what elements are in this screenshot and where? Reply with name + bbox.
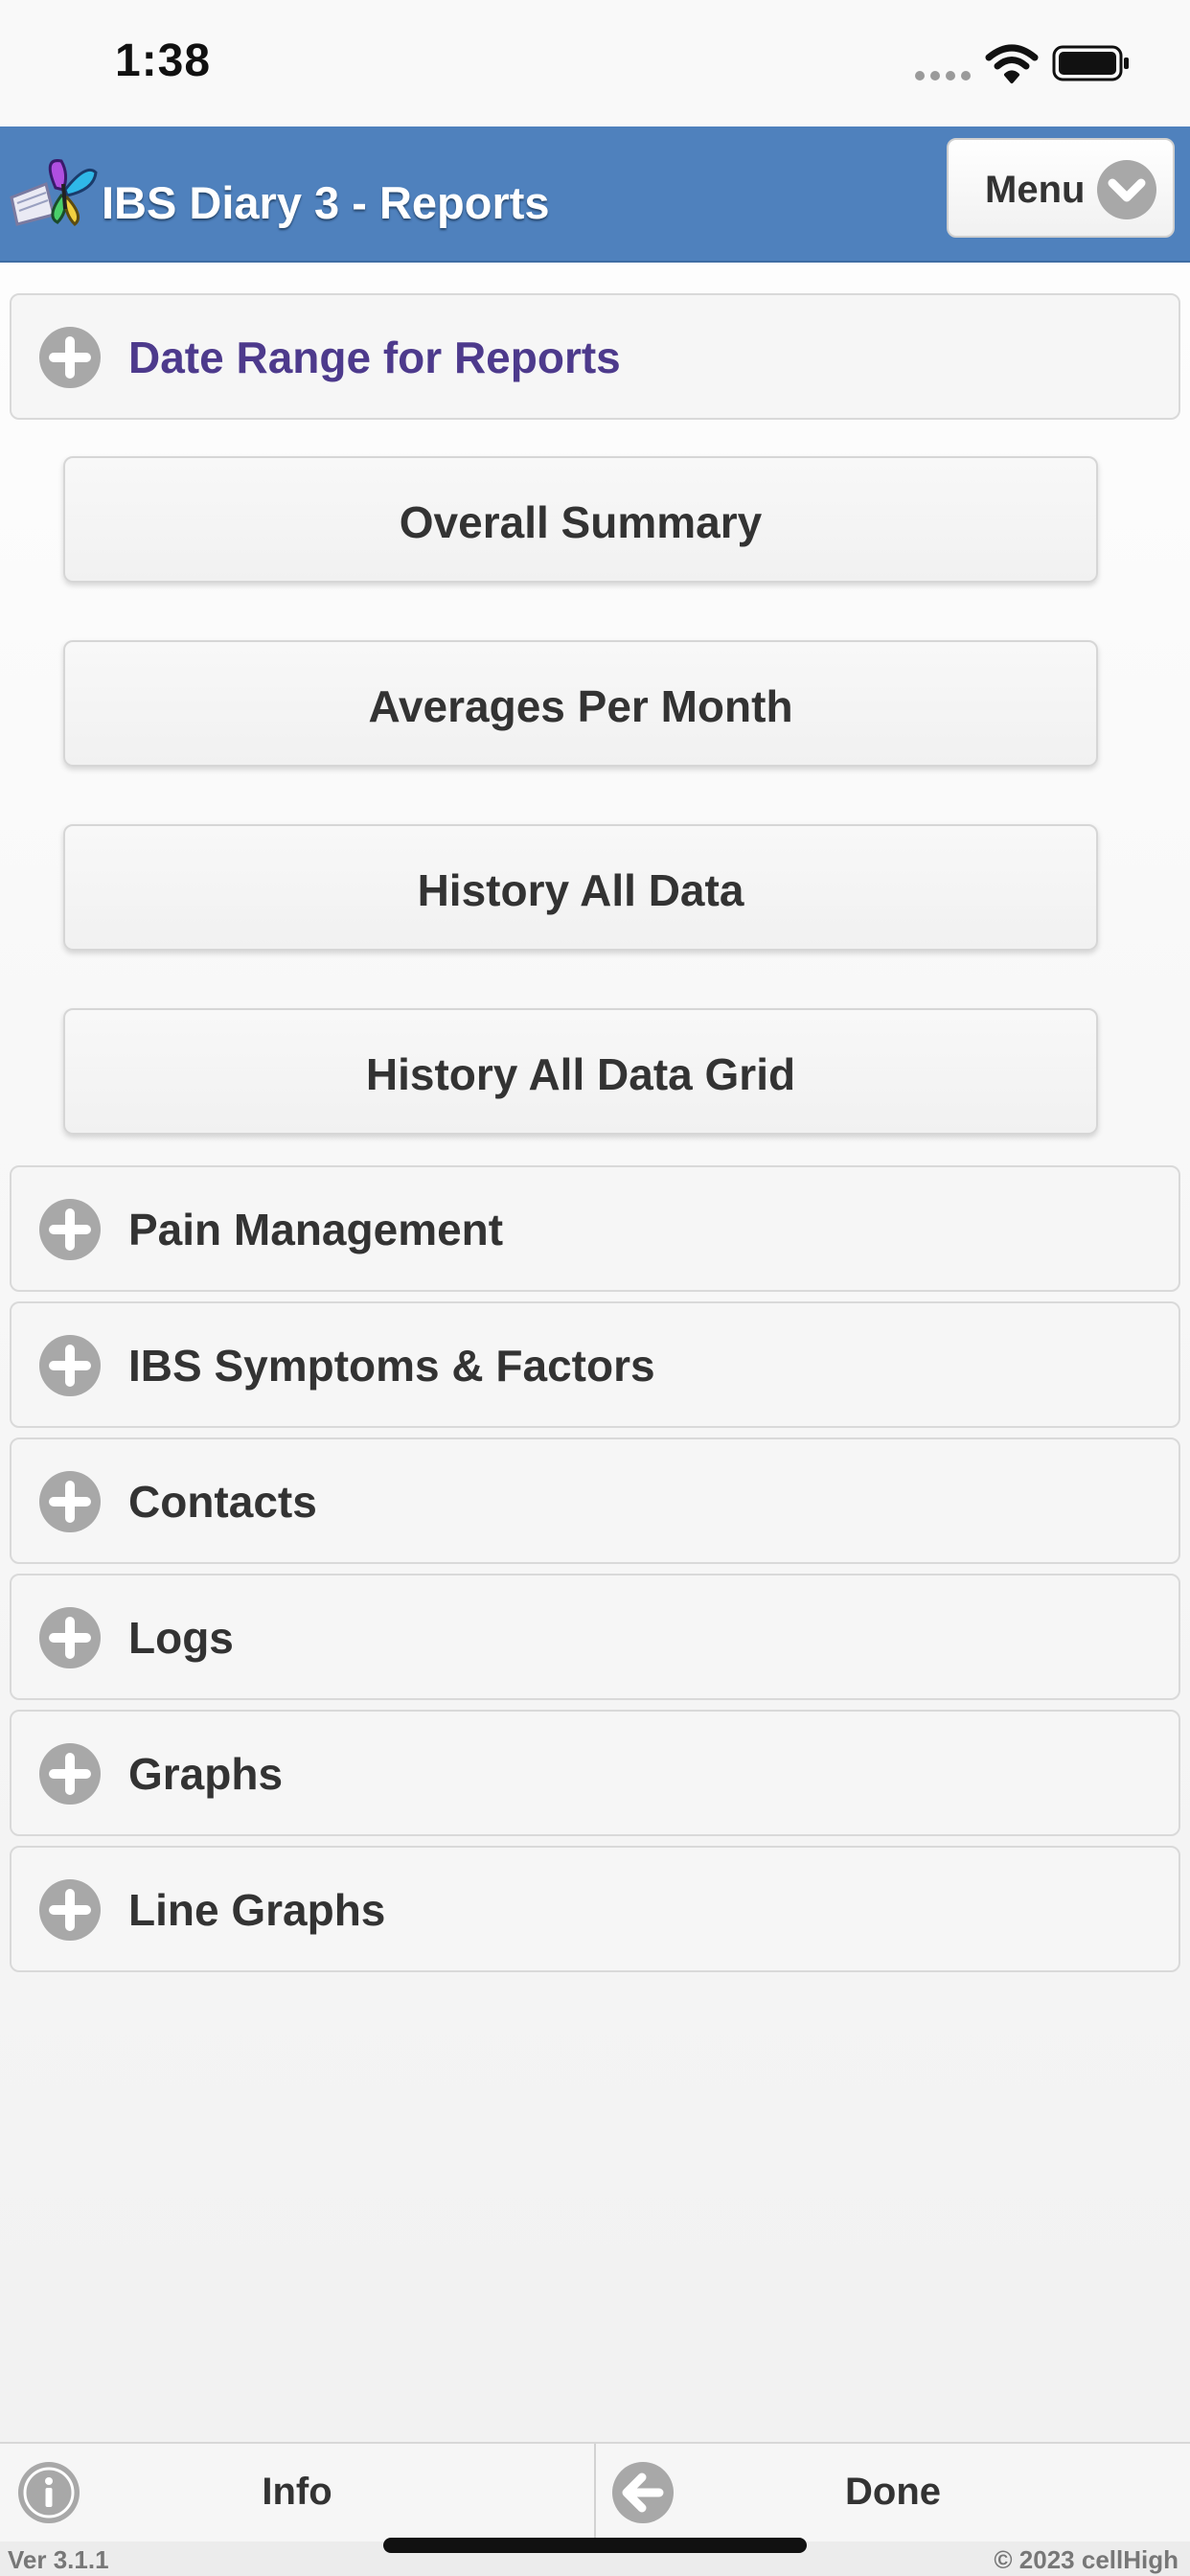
- button-label: History All Data: [417, 865, 744, 915]
- status-bar: 1:38: [0, 0, 1190, 126]
- button-label: History All Data Grid: [365, 1049, 796, 1099]
- menu-label: Menu: [985, 169, 1086, 211]
- date-range-label: Date Range for Reports: [128, 333, 621, 382]
- section-label: Pain Management: [128, 1205, 504, 1254]
- status-time: 1:38: [115, 35, 212, 86]
- info-button[interactable]: Info: [0, 2444, 596, 2542]
- done-label: Done: [845, 2471, 941, 2513]
- butterfly-book-logo: [10, 159, 98, 227]
- section-pain-management[interactable]: Pain Management: [10, 1165, 1180, 1292]
- section-line-graphs[interactable]: Line Graphs: [10, 1846, 1180, 1972]
- section-label: Graphs: [128, 1749, 284, 1799]
- section-graphs[interactable]: Graphs: [10, 1710, 1180, 1836]
- home-indicator[interactable]: [383, 2538, 807, 2553]
- button-label: Averages Per Month: [368, 681, 793, 731]
- menu-button[interactable]: Menu: [947, 138, 1175, 238]
- plus-icon: [39, 1199, 101, 1260]
- plus-icon: [39, 1335, 101, 1396]
- averages-per-month-button[interactable]: Averages Per Month: [63, 640, 1098, 767]
- plus-icon: [39, 1607, 101, 1668]
- section-label: Line Graphs: [128, 1885, 386, 1935]
- done-button[interactable]: Done: [596, 2444, 1190, 2542]
- section-label: Contacts: [128, 1477, 317, 1527]
- plus-icon: [39, 327, 101, 388]
- section-ibs-symptoms-factors[interactable]: IBS Symptoms & Factors: [10, 1301, 1180, 1428]
- version-text: Ver 3.1.1: [8, 2545, 109, 2574]
- date-range-section[interactable]: Date Range for Reports: [10, 293, 1180, 420]
- chevron-down-icon: [1097, 160, 1156, 219]
- battery-icon: [1052, 45, 1129, 81]
- plus-icon: [39, 1879, 101, 1941]
- wifi-icon: [985, 44, 1039, 83]
- section-label: Logs: [128, 1613, 234, 1663]
- button-label: Overall Summary: [399, 497, 763, 547]
- history-all-data-button[interactable]: History All Data: [63, 824, 1098, 951]
- overall-summary-button[interactable]: Overall Summary: [63, 456, 1098, 583]
- plus-icon: [39, 1743, 101, 1805]
- section-logs[interactable]: Logs: [10, 1574, 1180, 1700]
- section-label: IBS Symptoms & Factors: [128, 1341, 655, 1391]
- footer-toolbar: Info Done: [0, 2442, 1190, 2542]
- plus-icon: [39, 1471, 101, 1532]
- copyright-text: © 2023 cellHigh: [994, 2545, 1179, 2574]
- history-all-data-grid-button[interactable]: History All Data Grid: [63, 1008, 1098, 1135]
- page-title: IBS Diary 3 - Reports: [102, 177, 550, 228]
- app-header: IBS Diary 3 - Reports Menu: [0, 126, 1190, 263]
- info-label: Info: [262, 2471, 332, 2513]
- signal-icon: [915, 71, 973, 80]
- section-contacts[interactable]: Contacts: [10, 1438, 1180, 1564]
